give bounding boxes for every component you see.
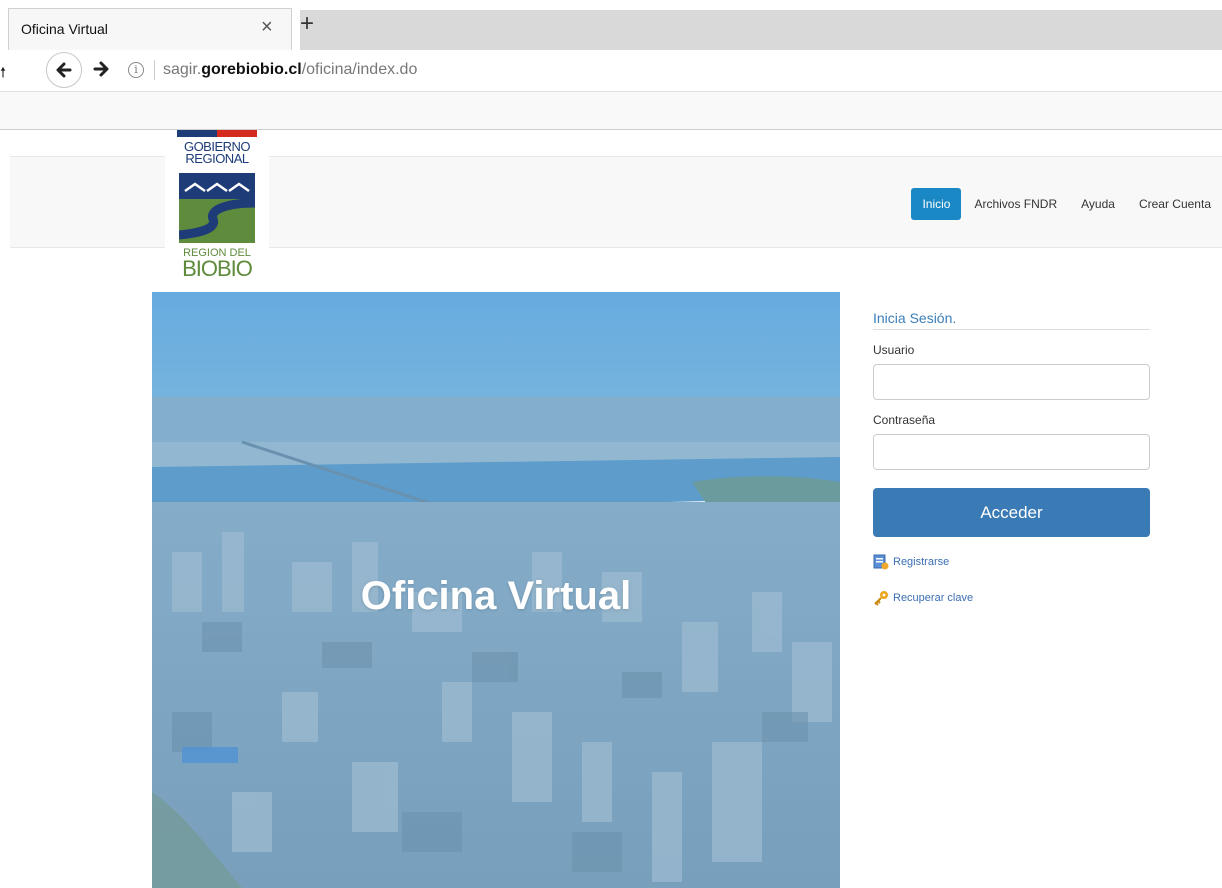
logo-line-2: REGIONAL — [185, 151, 249, 166]
logo-flag-bar — [177, 130, 257, 137]
browser-toolbar: 🠕 i sagir.gorebiobio.cl/oficina/index.do — [0, 50, 1222, 92]
login-panel: Inicia Sesión. Usuario Contraseña Accede… — [873, 310, 1150, 606]
recover-password-link[interactable]: Recuperar clave — [873, 590, 1150, 606]
bookmarks-bar — [0, 92, 1222, 130]
nav-item-ayuda[interactable]: Ayuda — [1070, 188, 1126, 220]
partial-nav-icon[interactable]: 🠕 — [0, 62, 6, 86]
browser-tab-bar: Oficina Virtual × + — [0, 0, 1222, 50]
url-domain: gorebiobio.cl — [201, 61, 302, 78]
password-input[interactable] — [873, 434, 1150, 470]
hero-city-image: Oficina Virtual — [152, 292, 840, 888]
forward-arrow-icon — [93, 61, 109, 77]
close-tab-icon[interactable]: × — [261, 17, 273, 37]
back-button[interactable] — [46, 52, 82, 88]
address-bar[interactable]: sagir.gorebiobio.cl/oficina/index.do — [163, 61, 417, 79]
hero-title: Oficina Virtual — [360, 574, 632, 618]
password-label: Contraseña — [873, 413, 936, 427]
acceder-button[interactable]: Acceder — [873, 488, 1150, 537]
back-arrow-icon — [56, 62, 72, 78]
browser-tab[interactable]: Oficina Virtual × — [8, 8, 292, 50]
forward-button[interactable] — [92, 60, 112, 80]
username-label: Usuario — [873, 343, 915, 357]
register-link[interactable]: Registrarse — [873, 554, 1150, 570]
logo-line-4: BIOBIO — [182, 256, 253, 281]
site-info-icon[interactable]: i — [128, 62, 144, 78]
nav-item-crear-cuenta[interactable]: Crear Cuenta — [1128, 188, 1222, 220]
login-title: Inicia Sesión. — [873, 310, 1150, 330]
page: Inicio Archivos FNDR Ayuda Crear Cuenta … — [0, 130, 1222, 888]
nav-menu: Inicio Archivos FNDR Ayuda Crear Cuenta — [909, 188, 1222, 220]
url-separator — [154, 60, 155, 80]
register-form-icon — [873, 554, 889, 570]
new-tab-icon[interactable]: + — [300, 12, 314, 36]
url-path: /oficina/index.do — [301, 61, 418, 78]
key-icon — [874, 591, 888, 606]
river-emblem-icon — [179, 173, 255, 243]
tab-title: Oficina Virtual — [21, 21, 108, 37]
gobierno-regional-logo[interactable]: GOBIERNO REGIONAL REGION DEL BIOBIO — [165, 130, 269, 282]
nav-item-inicio[interactable]: Inicio — [911, 188, 962, 220]
recover-label: Recuperar clave — [893, 592, 974, 604]
tab-strip-background — [300, 10, 1222, 50]
register-label: Registrarse — [893, 556, 950, 568]
url-prefix: sagir. — [163, 61, 202, 78]
nav-item-archivos-fndr[interactable]: Archivos FNDR — [963, 188, 1068, 220]
username-input[interactable] — [873, 364, 1150, 400]
